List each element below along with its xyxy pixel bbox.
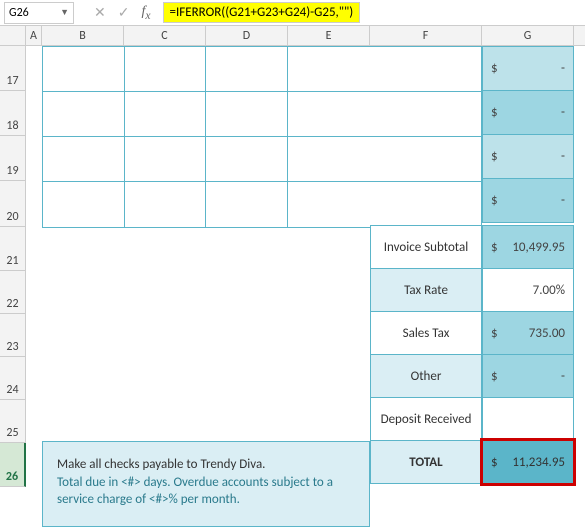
cell-G25-deposit[interactable] [482,397,574,441]
label-deposit[interactable]: Deposit Received [370,397,482,441]
row-header-19[interactable]: 19 [0,136,26,181]
col-header-A[interactable]: A [26,26,42,45]
cell-G26-total[interactable]: $11,234.95 [482,440,574,484]
name-box[interactable]: G26 ▼ [4,2,74,24]
notes-line2: Total due in <#> days. Overdue accounts … [57,474,359,509]
formula-bar: G26 ▼ ✕ ✓ fx =IFERROR((G21+G23+G24)-G25,… [0,0,585,26]
row-header-18[interactable]: 18 [0,91,26,136]
label-salestax[interactable]: Sales Tax [370,311,482,355]
row-header-17[interactable]: 17 [0,46,26,91]
fx-icon[interactable]: fx [141,4,150,22]
summary-values: $10,499.95 7.00% $735.00 $- $11,234.95 [482,226,574,484]
col-header-G[interactable]: G [482,26,574,45]
formula-input[interactable]: =IFERROR((G21+G23+G24)-G25,"") [163,2,361,23]
col-header-B[interactable]: B [42,26,124,45]
col-header-D[interactable]: D [206,26,288,45]
name-box-value: G26 [9,6,29,20]
formula-bar-icons: ✕ ✓ fx [94,4,151,22]
cell-G22-taxrate[interactable]: 7.00% [482,268,574,312]
col-header-C[interactable]: C [124,26,206,45]
cell-G21-subtotal[interactable]: $10,499.95 [482,225,574,269]
label-total[interactable]: TOTAL [370,440,482,484]
column-headers: A B C D E F G [0,26,585,46]
cell-G20[interactable]: $- [482,178,574,223]
line-item-amounts: $- $- $- $- [482,46,574,223]
notes-line1: Make all checks payable to Trendy Diva. [57,456,359,474]
col-header-E[interactable]: E [288,26,370,45]
row-header-24[interactable]: 24 [0,357,26,400]
col-header-F[interactable]: F [370,26,482,45]
cell-G23-salestax[interactable]: $735.00 [482,311,574,355]
cancel-icon[interactable]: ✕ [94,4,106,21]
row-header-21[interactable]: 21 [0,227,26,271]
payment-notes[interactable]: Make all checks payable to Trendy Diva. … [42,441,370,527]
select-all-corner[interactable] [0,26,26,45]
accept-icon[interactable]: ✓ [118,4,130,21]
cell-G17[interactable]: $- [482,46,574,91]
row-header-22[interactable]: 22 [0,271,26,314]
label-other[interactable]: Other [370,354,482,398]
row-header-23[interactable]: 23 [0,314,26,357]
label-subtotal[interactable]: Invoice Subtotal [370,225,482,269]
invoice-line-items [42,46,482,228]
row-headers: 17 18 19 20 21 22 23 24 25 26 [0,46,26,487]
dropdown-icon[interactable]: ▼ [60,7,69,18]
summary-labels: Invoice Subtotal Tax Rate Sales Tax Othe… [370,226,482,484]
cell-G18[interactable]: $- [482,90,574,135]
label-taxrate[interactable]: Tax Rate [370,268,482,312]
cell-G24-other[interactable]: $- [482,354,574,398]
cell-G19[interactable]: $- [482,134,574,179]
row-header-25[interactable]: 25 [0,400,26,443]
row-header-20[interactable]: 20 [0,181,26,227]
row-header-26[interactable]: 26 [0,443,26,487]
spreadsheet: A B C D E F G 17 18 19 20 21 22 23 24 25… [0,26,585,487]
